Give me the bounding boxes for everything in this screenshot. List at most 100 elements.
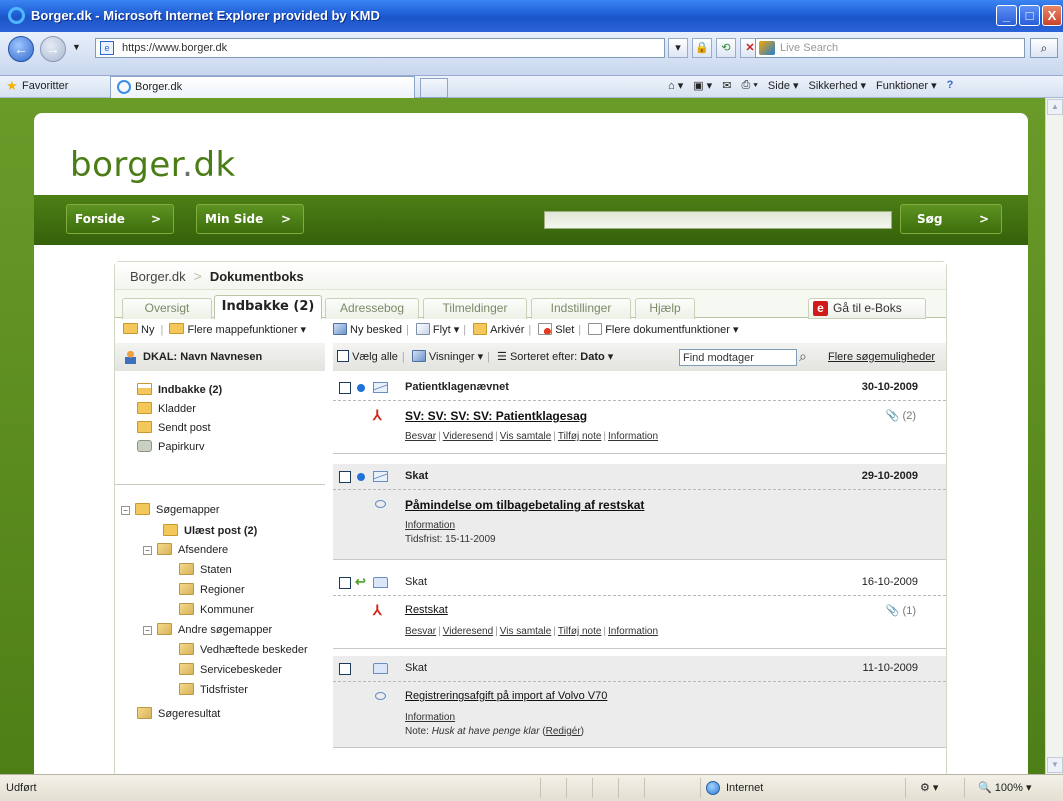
forward-button[interactable]: → xyxy=(40,36,66,62)
message-item[interactable]: Skat 29-10-2009 Påmindelse om tilbagebet… xyxy=(333,464,946,560)
thread-link[interactable]: Vis samtale xyxy=(500,431,552,442)
forward-link[interactable]: Videresend xyxy=(443,431,493,442)
favorites-star-icon[interactable]: ★ xyxy=(6,79,18,92)
favorites-label[interactable]: Favoritter xyxy=(22,80,68,92)
protected-mode-icon[interactable]: ⚙ ▾ xyxy=(920,775,938,801)
tab-help[interactable]: Hjælp xyxy=(635,298,695,319)
find-recipient-input[interactable] xyxy=(679,349,797,366)
new-folder-button[interactable]: Ny xyxy=(123,323,154,336)
nav-home-button[interactable]: Forside > xyxy=(66,204,174,234)
borger-logo[interactable]: borger.dk xyxy=(70,145,236,185)
address-bar[interactable]: e https://www.borger.dk xyxy=(95,38,665,58)
vertical-scrollbar[interactable]: ▲ ▼ xyxy=(1045,98,1063,774)
refresh-icon[interactable]: ⟲ xyxy=(716,38,736,58)
search-folders-root[interactable]: − Søgemapper xyxy=(121,503,220,517)
search-icon[interactable]: ⌕ xyxy=(1030,38,1058,58)
thread-link[interactable]: Vis samtale xyxy=(500,626,552,637)
reply-link[interactable]: Besvar xyxy=(405,626,436,637)
site-search-button[interactable]: Søg > xyxy=(900,204,1002,234)
document-functions-menu[interactable]: Flere dokumentfunktioner ▾ xyxy=(588,323,739,336)
mail-icon[interactable]: ✉ xyxy=(722,79,731,92)
minimize-button[interactable]: _ xyxy=(996,5,1017,26)
message-item[interactable]: ↩ Skat 16-10-2009 ⅄ Restskat 📎 (1) Besva… xyxy=(333,570,946,649)
tab-settings[interactable]: Indstillinger xyxy=(531,298,631,319)
info-link[interactable]: Information xyxy=(608,431,658,442)
archive-button[interactable]: Arkivér xyxy=(473,323,524,336)
message-checkbox[interactable] xyxy=(339,663,351,675)
sort-menu[interactable]: ☰ Sorteret efter: Dato ▾ xyxy=(497,351,613,363)
scroll-down-icon[interactable]: ▼ xyxy=(1047,757,1063,773)
collapse-toggle-icon[interactable]: − xyxy=(143,546,152,555)
folder-sent[interactable]: Sendt post xyxy=(137,421,211,435)
message-item[interactable]: Skat 11-10-2009 Registreringsafgift på i… xyxy=(333,656,946,752)
search-folder-senders[interactable]: − Afsendere xyxy=(143,543,228,557)
delete-button[interactable]: Slet xyxy=(538,323,574,336)
nav-mypage-button[interactable]: Min Side > xyxy=(196,204,304,234)
search-folder-attachments[interactable]: Vedhæftede beskeder xyxy=(179,643,308,657)
info-link[interactable]: Information xyxy=(405,520,455,531)
views-menu[interactable]: Visninger ▾ xyxy=(411,350,483,363)
folder-drafts[interactable]: Kladder xyxy=(137,402,196,416)
more-search-link[interactable]: Flere søgemuligheder xyxy=(828,343,935,371)
tab-addressbook[interactable]: Adressebog xyxy=(325,298,419,319)
reply-link[interactable]: Besvar xyxy=(405,431,436,442)
new-message-button[interactable]: Ny besked xyxy=(333,323,402,336)
message-checkbox[interactable] xyxy=(339,382,351,394)
info-link[interactable]: Information xyxy=(608,626,658,637)
add-note-link[interactable]: Tilføj note xyxy=(558,431,602,442)
search-folder-service[interactable]: Servicebeskeder xyxy=(179,663,282,677)
safety-menu[interactable]: Sikkerhed ▾ xyxy=(809,79,867,92)
close-button[interactable]: X xyxy=(1042,5,1062,26)
edit-note-link[interactable]: Redigér xyxy=(546,726,581,737)
move-button[interactable]: Flyt ▾ xyxy=(415,323,459,336)
collapse-toggle-icon[interactable]: − xyxy=(121,506,130,515)
tab-signups[interactable]: Tilmeldinger xyxy=(423,298,527,319)
search-folder-regions[interactable]: Regioner xyxy=(179,583,245,597)
search-folder-deadlines[interactable]: Tidsfrister xyxy=(179,683,248,697)
message-checkbox[interactable] xyxy=(339,577,351,589)
message-item[interactable]: Patientklagenævnet 30-10-2009 ⅄ SV: SV: … xyxy=(333,375,946,454)
add-note-link[interactable]: Tilføj note xyxy=(558,626,602,637)
home-icon[interactable]: ⌂ ▾ xyxy=(668,79,683,92)
feeds-icon[interactable]: ▣ ▾ xyxy=(693,79,712,92)
print-icon[interactable]: ⎙ ▾ xyxy=(741,79,757,92)
message-subject[interactable]: Restskat xyxy=(405,604,448,616)
browser-tab[interactable]: Borger.dk xyxy=(110,76,415,98)
message-subject[interactable]: Påmindelse om tilbagebetaling af restska… xyxy=(405,498,644,512)
back-button[interactable]: ← xyxy=(8,36,34,62)
select-all-checkbox[interactable] xyxy=(337,350,349,362)
search-folder-unread[interactable]: Ulæst post (2) xyxy=(163,524,257,538)
new-tab-button[interactable] xyxy=(420,78,448,98)
search-folder-other[interactable]: − Andre søgemapper xyxy=(143,623,272,637)
eboks-button[interactable]: e Gå til e-Boks xyxy=(808,298,926,319)
note-text: Husk at have penge klar xyxy=(431,726,540,737)
history-dropdown-icon[interactable]: ▼ xyxy=(72,42,81,52)
info-link[interactable]: Information xyxy=(405,712,455,723)
tab-inbox[interactable]: Indbakke (2) xyxy=(214,295,322,319)
forward-link[interactable]: Videresend xyxy=(443,626,493,637)
search-folder-state[interactable]: Staten xyxy=(179,563,232,577)
site-search-input[interactable] xyxy=(544,211,892,229)
lock-icon[interactable]: 🔒 xyxy=(692,38,712,58)
folder-functions-menu[interactable]: Flere mappefunktioner ▾ xyxy=(169,323,306,336)
folder-inbox[interactable]: Indbakke (2) xyxy=(137,383,222,397)
address-dropdown-icon[interactable]: ▾ xyxy=(668,38,688,58)
maximize-button[interactable]: □ xyxy=(1019,5,1040,26)
tools-menu[interactable]: Funktioner ▾ xyxy=(876,79,937,92)
message-subject[interactable]: SV: SV: SV: SV: Patientklagesag xyxy=(405,409,587,423)
tab-overview[interactable]: Oversigt xyxy=(122,298,212,319)
search-folder-municipalities[interactable]: Kommuner xyxy=(179,603,254,617)
page-menu[interactable]: Side ▾ xyxy=(768,79,799,92)
search-results-folder[interactable]: Søgeresultat xyxy=(137,707,220,721)
message-checkbox[interactable] xyxy=(339,471,351,483)
message-subject[interactable]: Registreringsafgift på import af Volvo V… xyxy=(405,690,607,702)
help-icon[interactable]: ? xyxy=(947,79,954,92)
select-all[interactable]: Vælg alle xyxy=(337,350,398,363)
breadcrumb-root[interactable]: Borger.dk xyxy=(130,269,186,284)
search-icon[interactable]: ⌕ xyxy=(799,348,814,365)
folder-trash[interactable]: Papirkurv xyxy=(137,440,204,454)
zoom-control[interactable]: 🔍 100% ▾ xyxy=(978,775,1031,801)
collapse-toggle-icon[interactable]: − xyxy=(143,626,152,635)
live-search-input[interactable]: Live Search xyxy=(755,38,1025,58)
scroll-up-icon[interactable]: ▲ xyxy=(1047,99,1063,115)
